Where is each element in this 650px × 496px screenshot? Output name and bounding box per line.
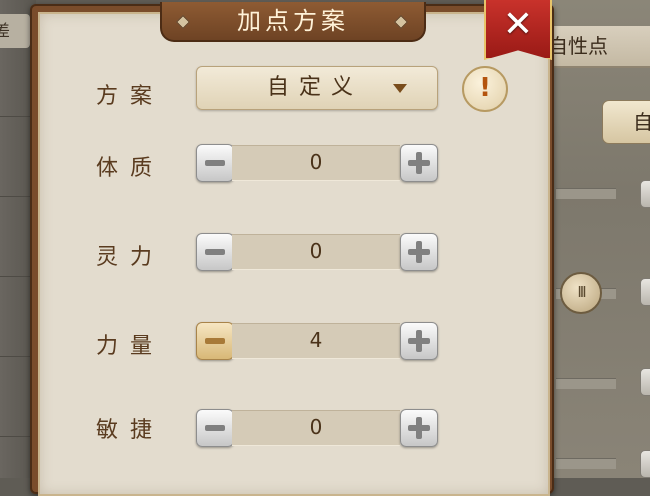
minus-icon — [205, 249, 225, 255]
minus-icon — [205, 160, 225, 166]
minus-icon — [205, 338, 225, 344]
minus-icon — [205, 425, 225, 431]
strength-minus-button[interactable] — [196, 322, 234, 360]
scheme-select[interactable]: 自定义 — [196, 66, 438, 110]
dialog-title: 加点方案 — [237, 7, 349, 35]
background-slider-handle[interactable] — [640, 278, 650, 306]
spirit-value: 0 — [309, 239, 323, 263]
dropdown-arrow-icon — [393, 84, 407, 93]
banner-stud-icon — [393, 14, 409, 30]
agility-value: 0 — [309, 415, 323, 439]
attribute-label-constitution: 体质 — [96, 156, 165, 181]
close-icon: ✕ — [502, 4, 534, 45]
background-slider-handle[interactable] — [640, 368, 650, 396]
background-slider-handle[interactable] — [640, 180, 650, 208]
scheme-select-value: 自定义 — [267, 75, 364, 100]
background-right-panel — [548, 0, 650, 478]
background-drag-knob[interactable]: III — [560, 272, 602, 314]
agility-plus-button[interactable] — [400, 409, 438, 447]
background-slider-handle[interactable] — [640, 450, 650, 478]
info-button[interactable]: ! — [462, 66, 508, 112]
background-slider-track — [556, 378, 616, 389]
constitution-plus-button[interactable] — [400, 144, 438, 182]
dialog-title-banner: 加点方案 — [160, 2, 426, 42]
banner-stud-icon — [175, 14, 191, 30]
background-slider-track — [556, 458, 616, 469]
constitution-minus-button[interactable] — [196, 144, 234, 182]
spirit-minus-button[interactable] — [196, 233, 234, 271]
background-custom-button-label: 自 — [633, 110, 650, 134]
background-attribute-tab[interactable]: 自性点 — [548, 26, 650, 68]
background-custom-button[interactable]: 自 — [602, 100, 650, 144]
attribute-label-strength: 力量 — [96, 334, 165, 359]
agility-minus-button[interactable] — [196, 409, 234, 447]
background-slider-track — [556, 188, 616, 199]
strength-value: 4 — [309, 328, 323, 352]
scheme-label: 方案 — [96, 84, 165, 109]
attribute-label-spirit: 灵力 — [96, 245, 165, 270]
spirit-plus-button[interactable] — [400, 233, 438, 271]
constitution-value: 0 — [309, 150, 323, 174]
background-attribute-tab-label: 自性点 — [548, 34, 608, 58]
attribute-label-agility: 敏捷 — [96, 418, 165, 443]
strength-plus-button[interactable] — [400, 322, 438, 360]
background-left-tab[interactable]: 差 — [0, 14, 30, 48]
exclamation-icon: ! — [479, 73, 491, 103]
